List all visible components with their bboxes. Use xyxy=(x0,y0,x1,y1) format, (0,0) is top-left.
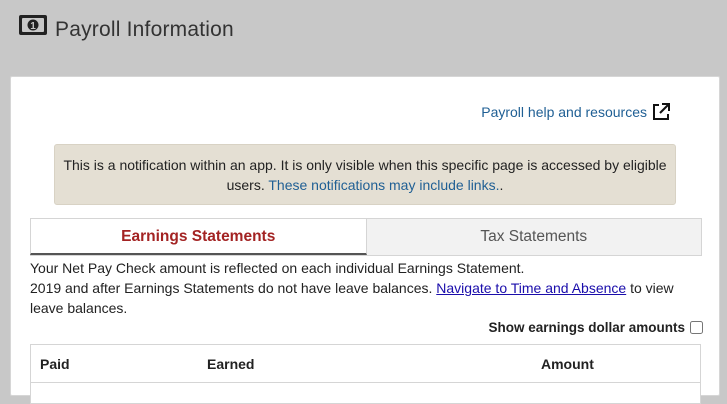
earnings-table: Paid Earned Amount xyxy=(30,344,701,404)
page-title: Payroll Information xyxy=(55,18,234,41)
table-header-row: Paid Earned Amount xyxy=(31,345,700,383)
external-link-icon[interactable] xyxy=(651,102,671,122)
info-line-2-prefix: 2019 and after Earnings Statements do no… xyxy=(30,280,433,296)
money-bill-icon: 1 xyxy=(19,15,47,35)
tab-earnings-statements[interactable]: Earnings Statements xyxy=(30,218,367,255)
show-dollar-amounts-checkbox[interactable] xyxy=(690,321,703,334)
info-line-1: Your Net Pay Check amount is reflected o… xyxy=(30,260,525,276)
notification-banner: This is a notification within an app. It… xyxy=(54,144,676,205)
column-header-earned[interactable]: Earned xyxy=(207,356,254,372)
page-header: 1 Payroll Information xyxy=(0,0,727,62)
payroll-panel: Payroll help and resources This is a not… xyxy=(10,76,720,404)
tab-tax-statements[interactable]: Tax Statements xyxy=(366,218,702,255)
statement-tabs: Earnings Statements Tax Statements xyxy=(30,218,702,256)
notification-trailing: . xyxy=(499,177,504,193)
column-header-paid[interactable]: Paid xyxy=(40,356,70,372)
show-dollar-amounts-label[interactable]: Show earnings dollar amounts xyxy=(488,320,685,335)
help-link-row: Payroll help and resources xyxy=(481,102,671,122)
show-dollar-amounts-row: Show earnings dollar amounts xyxy=(488,320,703,335)
time-absence-link[interactable]: Navigate to Time and Absence xyxy=(436,280,626,296)
earnings-info: Your Net Pay Check amount is reflected o… xyxy=(30,258,690,318)
notification-link[interactable]: These notifications may include links. xyxy=(268,177,499,193)
payroll-help-link[interactable]: Payroll help and resources xyxy=(481,104,647,120)
info-line-2: 2019 and after Earnings Statements do no… xyxy=(30,278,690,318)
svg-text:1: 1 xyxy=(30,21,36,32)
column-header-amount[interactable]: Amount xyxy=(541,356,594,372)
